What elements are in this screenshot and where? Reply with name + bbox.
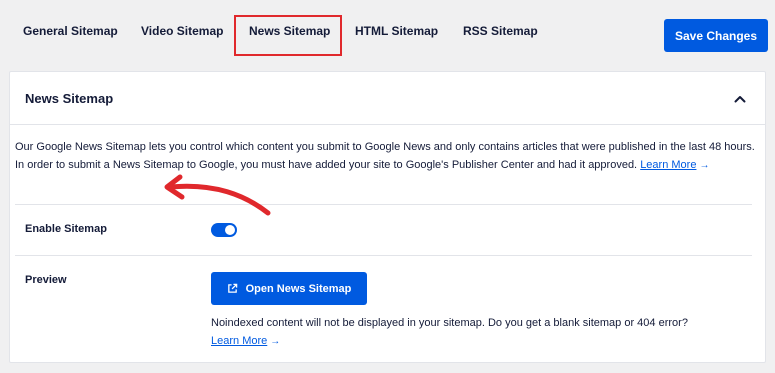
enable-sitemap-toggle[interactable]	[211, 223, 237, 237]
card-description: Our Google News Sitemap lets you control…	[15, 138, 767, 175]
news-sitemap-card: News Sitemap Our Google News Sitemap let…	[9, 71, 766, 363]
open-news-sitemap-label: Open News Sitemap	[245, 282, 352, 295]
tab-html-sitemap[interactable]: HTML Sitemap	[355, 24, 438, 44]
arrow-right-icon: →	[699, 160, 710, 171]
preview-note: Noindexed content will not be displayed …	[211, 314, 751, 351]
tab-general-sitemap[interactable]: General Sitemap	[23, 24, 118, 44]
open-news-sitemap-button[interactable]: Open News Sitemap	[211, 272, 367, 305]
preview-label: Preview	[25, 274, 67, 286]
tab-news-sitemap[interactable]: News Sitemap	[249, 24, 330, 44]
card-title: News Sitemap	[25, 91, 114, 106]
external-link-icon	[227, 283, 237, 293]
save-changes-button[interactable]: Save Changes	[664, 19, 768, 52]
sitemap-tab-bar: General Sitemap Video Sitemap News Sitem…	[0, 0, 775, 58]
toggle-knob	[225, 225, 235, 235]
note-learn-more-link[interactable]: Learn More	[211, 335, 267, 347]
preview-note-text: Noindexed content will not be displayed …	[211, 317, 688, 329]
learn-more-link[interactable]: Learn More	[640, 159, 696, 171]
tab-video-sitemap[interactable]: Video Sitemap	[141, 24, 223, 44]
divider	[15, 255, 752, 256]
card-header: News Sitemap	[10, 72, 765, 125]
chevron-up-icon	[734, 96, 746, 103]
tab-rss-sitemap[interactable]: RSS Sitemap	[463, 24, 538, 44]
arrow-right-icon: →	[270, 336, 281, 347]
collapse-toggle[interactable]	[731, 90, 749, 108]
enable-sitemap-label: Enable Sitemap	[25, 223, 107, 235]
divider	[15, 204, 752, 205]
